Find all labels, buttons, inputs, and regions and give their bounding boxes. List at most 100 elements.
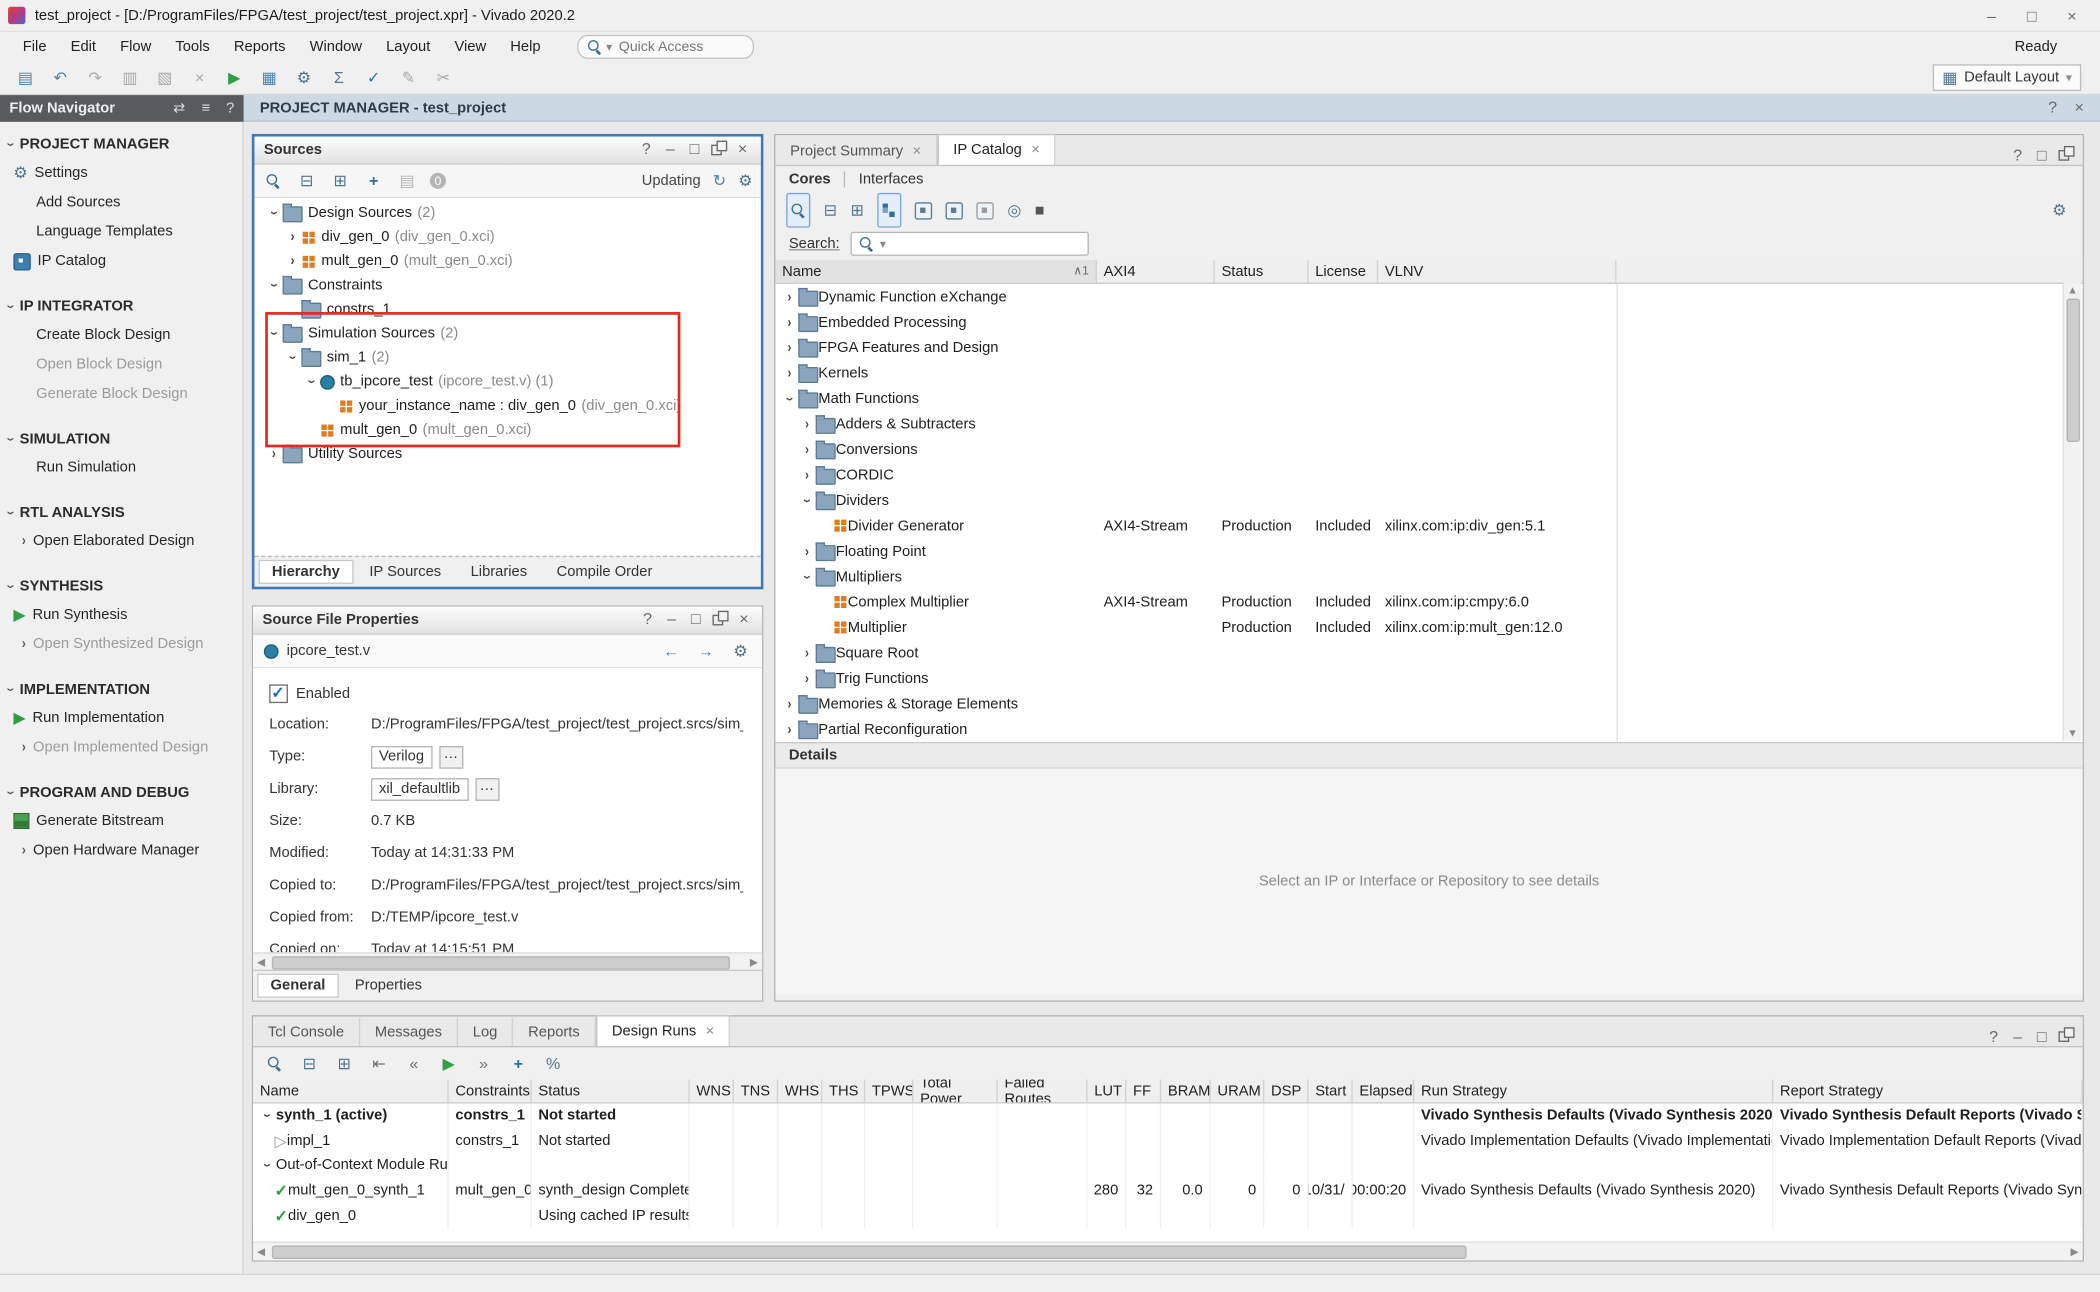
column-header-failed-routes[interactable]: Failed Routes (998, 1079, 1088, 1102)
help-button[interactable]: ? (1985, 1028, 2002, 1045)
sfp-horizontal-scrollbar[interactable]: ◀ ▶ (253, 952, 762, 971)
column-header-axi4[interactable]: AXI4 (1097, 260, 1215, 283)
menu-edit[interactable]: Edit (59, 36, 109, 57)
tree-row[interactable]: ›mult_gen_0(mult_gen_0.xci) (254, 418, 760, 442)
refresh-icon[interactable]: ↻ (713, 173, 726, 189)
maximize-button[interactable]: □ (2033, 1028, 2050, 1045)
settings-button[interactable]: ⚙ (289, 64, 318, 91)
expander-icon[interactable]: › (800, 467, 814, 483)
search-button[interactable] (786, 193, 810, 228)
expander-icon[interactable]: › (783, 721, 797, 737)
lock-button[interactable] (977, 197, 994, 224)
expander-icon[interactable]: › (259, 1159, 275, 1173)
scroll-down-icon[interactable]: ▼ (2064, 727, 2081, 739)
save-button[interactable]: ▤ (11, 64, 40, 91)
expand-button[interactable]: ⊞ (329, 167, 350, 194)
help-button[interactable]: ? (2037, 99, 2057, 116)
tree-row[interactable]: ›Utility Sources (254, 442, 760, 466)
expander-icon[interactable]: › (783, 289, 797, 305)
prev-button[interactable]: « (403, 1050, 424, 1077)
maximize-button[interactable]: □ (686, 141, 703, 160)
column-header-wns[interactable]: WNS (690, 1079, 734, 1102)
ip-tree-row[interactable]: ›Embedded Processing (775, 309, 2082, 334)
ip-search-field[interactable]: ▾ (850, 232, 1088, 256)
ip-tree-row[interactable]: ›Adders & Subtracters (775, 411, 2082, 436)
ip-tree-row[interactable]: ›CORDIC (775, 462, 2082, 487)
gear-button[interactable]: ⚙ (730, 638, 751, 665)
sidebar-item-generate-bitstream[interactable]: Generate Bitstream (0, 806, 242, 835)
column-header-report-strategy[interactable]: Report Strategy (1773, 1079, 2082, 1102)
collapse-button[interactable]: ⊟ (824, 197, 837, 224)
design-run-row[interactable]: ›Out-of-Context Module Runs (253, 1153, 2082, 1178)
column-header-status[interactable]: Status (532, 1079, 690, 1102)
back-button[interactable]: ← (660, 638, 681, 665)
expand-button[interactable]: ⊞ (851, 197, 864, 224)
tree-row[interactable]: ›tb_ipcore_test(ipcore_test.v) (1) (254, 370, 760, 394)
expander-icon[interactable]: › (783, 365, 797, 381)
stop-button[interactable]: ■ (1035, 197, 1045, 224)
help-button[interactable]: ? (638, 141, 655, 160)
minimize-button[interactable]: – (663, 611, 680, 630)
expander-icon[interactable]: › (286, 253, 300, 269)
column-header-tns[interactable]: TNS (734, 1079, 778, 1102)
menu-flow[interactable]: Flow (108, 36, 163, 57)
tab-properties[interactable]: Properties (341, 974, 435, 998)
property-value[interactable]: xil_defaultlib (371, 777, 468, 800)
column-header-run-strategy[interactable]: Run Strategy (1414, 1079, 1773, 1102)
enabled-checkbox[interactable] (269, 684, 288, 703)
next-button[interactable]: » (473, 1050, 494, 1077)
ip-tree-row[interactable]: ›Square Root (775, 640, 2082, 665)
float-button[interactable] (711, 611, 728, 630)
sources-panel-header[interactable]: Sources ?–□× (254, 137, 760, 165)
ip-tree-row[interactable]: ›Kernels (775, 360, 2082, 385)
help-button[interactable]: ? (217, 100, 235, 116)
column-header-ths[interactable]: THS (822, 1079, 865, 1102)
quick-access-input[interactable] (616, 38, 729, 57)
close-icon[interactable]: × (1031, 142, 1040, 158)
import-button[interactable] (915, 197, 932, 224)
tab-messages[interactable]: Messages (360, 1018, 458, 1046)
ip-tree-row[interactable]: ›Dividers (775, 488, 2082, 513)
design-run-row[interactable]: ✓div_gen_0Using cached IP results (253, 1203, 2082, 1228)
minimize-button[interactable]: – (1971, 5, 2011, 25)
column-header-name[interactable]: Name (253, 1079, 449, 1102)
edit-button[interactable]: ✎ (394, 64, 423, 91)
menu-layout[interactable]: Layout (374, 36, 442, 57)
sidebar-item-generate-block-design[interactable]: Generate Block Design (0, 379, 242, 408)
tab-libraries[interactable]: Libraries (457, 560, 540, 584)
column-header-status[interactable]: Status (1215, 260, 1309, 283)
search-button[interactable] (264, 1050, 285, 1077)
close-button[interactable]: × (2052, 5, 2092, 25)
expander-icon[interactable]: › (783, 314, 797, 330)
expander-icon[interactable]: › (799, 493, 815, 507)
flow-section-header[interactable]: ›PROGRAM AND DEBUG (0, 778, 242, 806)
wrench-button[interactable] (946, 197, 963, 224)
expander-icon[interactable]: › (781, 391, 797, 405)
sidebar-item-open-elaborated-design[interactable]: ›Open Elaborated Design (0, 526, 242, 555)
column-header-constraints[interactable]: Constraints (449, 1079, 532, 1102)
column-header-license[interactable]: License (1308, 260, 1378, 283)
flow-section-header[interactable]: ›IP INTEGRATOR (0, 292, 242, 320)
ip-tree-row[interactable]: ›Conversions (775, 437, 2082, 462)
ip-vertical-scrollbar[interactable]: ▲ ▼ (2063, 283, 2082, 741)
tree-row[interactable]: ›constrs_1 (254, 297, 760, 321)
close-button[interactable]: × (735, 611, 752, 630)
tab-reports[interactable]: Reports (513, 1018, 595, 1046)
column-header-tpws[interactable]: TPWS (865, 1079, 913, 1102)
validate-button[interactable]: ✓ (359, 64, 388, 91)
tab-ip-sources[interactable]: IP Sources (356, 560, 455, 584)
quick-access-search[interactable]: ▾ (577, 35, 754, 59)
play-button[interactable]: ▶ (438, 1050, 459, 1077)
tab-project-summary[interactable]: Project Summary× (775, 137, 937, 165)
flow-section-header[interactable]: ›IMPLEMENTATION (0, 675, 242, 703)
ip-tree-row[interactable]: ›Floating Point (775, 538, 2082, 563)
tree-row[interactable]: ›Simulation Sources(2) (254, 321, 760, 345)
add-button[interactable]: + (363, 167, 384, 194)
menu-view[interactable]: View (442, 36, 498, 57)
expander-icon[interactable]: › (303, 375, 319, 389)
column-header-lut[interactable]: LUT (1088, 1079, 1127, 1102)
column-header-total-power[interactable]: Total Power (913, 1079, 997, 1102)
column-header-uram[interactable]: URAM (1211, 1079, 1265, 1102)
sidebar-item-open-implemented-design[interactable]: ›Open Implemented Design (0, 733, 242, 762)
column-header-bram[interactable]: BRAM (1161, 1079, 1211, 1102)
